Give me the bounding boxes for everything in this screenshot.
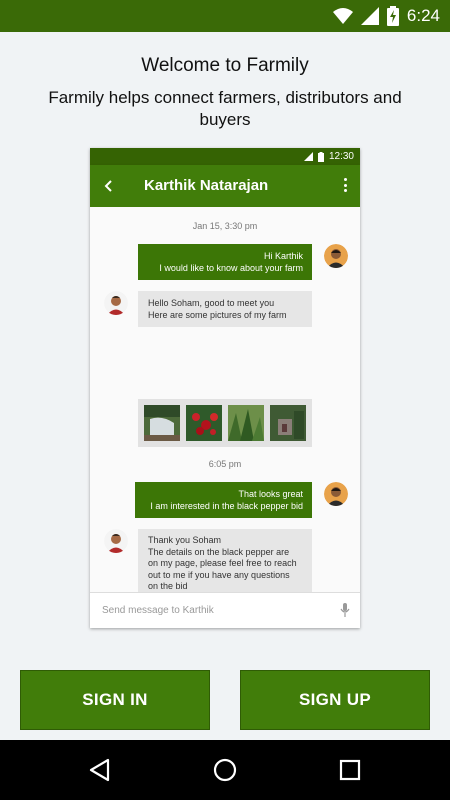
welcome-subtitle: Farmily helps connect farmers, distribut… (48, 88, 402, 129)
farm-photo-waterfall (144, 405, 180, 441)
avatar (324, 482, 348, 506)
recents-icon[interactable] (336, 756, 364, 784)
avatar (324, 244, 348, 268)
message-input-placeholder: Send message to Karthik (102, 605, 214, 616)
contact-name: Karthik Natarajan (144, 177, 269, 194)
timestamp: 6:05 pm (208, 459, 242, 469)
avatar (104, 291, 128, 315)
message-line: Here are some pictures of my farm (148, 310, 287, 320)
sign-up-button[interactable]: SIGN UP (240, 670, 430, 730)
chat-preview-screenshot: 12:30 Karthik Natarajan Jan 15, 3:30 pm … (90, 148, 360, 628)
message-line: Hi Karthik (263, 251, 303, 261)
avatar (104, 529, 128, 553)
home-icon[interactable] (211, 756, 239, 784)
message-input-bar: Send message to Karthik (90, 592, 360, 628)
message-line: out to me if you have any questions (148, 569, 290, 580)
signal-icon (303, 152, 313, 161)
message-incoming: Thank you Soham The details on the black… (138, 529, 312, 599)
message-line: on the bid (148, 581, 188, 591)
battery-charging-icon (386, 6, 399, 26)
timestamp: Jan 15, 3:30 pm (192, 221, 258, 231)
message-line: I would like to know about your farm (159, 263, 303, 273)
navigation-bar (0, 740, 450, 800)
photo-attachments (138, 399, 312, 447)
more-vert-icon (344, 178, 348, 194)
farm-photo-plants (228, 405, 264, 441)
message-line: The details on the black pepper are (148, 546, 290, 557)
message-line: Thank you Soham (148, 535, 222, 545)
signal-icon (360, 7, 379, 25)
back-arrow-icon (104, 180, 112, 192)
message-line: Hello Soham, good to meet you (148, 298, 275, 308)
preview-app-bar: Karthik Natarajan (90, 165, 360, 207)
clock: 6:24 (406, 6, 440, 25)
farm-photo-house (270, 405, 306, 441)
welcome-title: Welcome to Farmily (141, 55, 309, 76)
message-incoming: Hello Soham, good to meet you Here are s… (138, 291, 312, 327)
status-bar: 6:24 (0, 0, 450, 32)
battery-icon (317, 151, 324, 162)
sign-in-button[interactable]: SIGN IN (20, 670, 210, 730)
preview-clock: 12:30 (328, 151, 354, 162)
wifi-icon (332, 8, 353, 24)
message-line: on my page, please feel free to reach (148, 558, 297, 568)
message-outgoing: Hi Karthik I would like to know about yo… (138, 244, 312, 280)
farm-photo-berries (186, 405, 222, 441)
message-line: That looks great (238, 489, 303, 499)
chat-thread: Jan 15, 3:30 pm Hi Karthik I would like … (90, 207, 360, 599)
preview-status-bar: 12:30 (90, 148, 360, 165)
message-line: I am interested in the black pepper bid (150, 501, 303, 511)
message-outgoing: That looks great I am interested in the … (135, 482, 312, 518)
microphone-icon (340, 603, 350, 617)
back-icon[interactable] (86, 756, 114, 784)
